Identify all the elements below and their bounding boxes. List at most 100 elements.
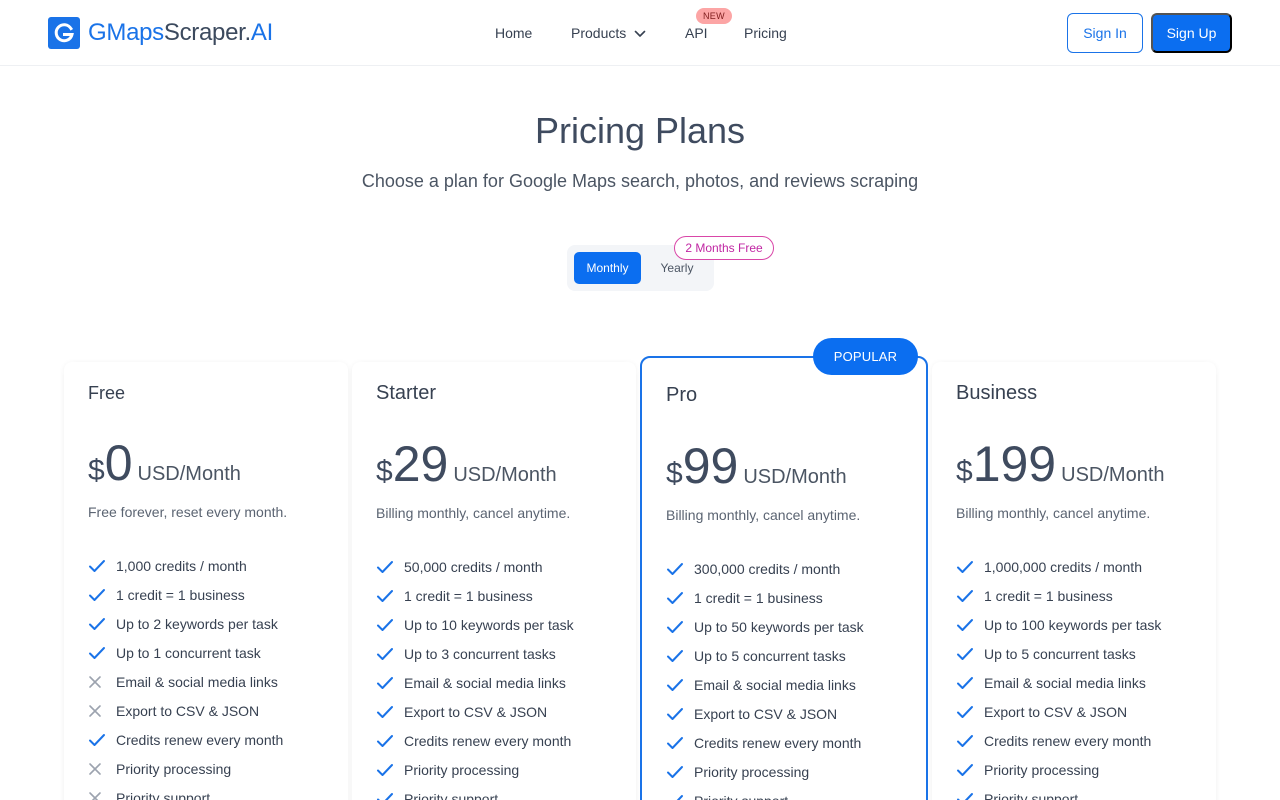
feature-text: Priority support <box>404 790 499 800</box>
check-icon <box>956 647 984 661</box>
check-icon <box>88 733 116 747</box>
feature-item: Email & social media links <box>666 670 864 699</box>
feature-item: 1 credit = 1 business <box>376 581 574 610</box>
feature-item: 1 credit = 1 business <box>956 581 1161 610</box>
plan-name: Starter <box>376 382 437 404</box>
page-title: Pricing Plans <box>534 110 746 151</box>
feature-text: Priority processing <box>984 761 1100 778</box>
price-unit: USD/Month <box>453 464 557 486</box>
feature-item: 1 credit = 1 business <box>88 580 283 609</box>
nav-api[interactable]: API <box>685 24 708 42</box>
feature-item: Up to 3 concurrent tasks <box>376 639 574 668</box>
feature-item: Export to CSV & JSON <box>376 697 574 726</box>
check-icon <box>376 734 404 748</box>
feature-list: 1,000 credits / month 1 credit = 1 busine… <box>88 551 283 800</box>
feature-text: Email & social media links <box>984 674 1146 691</box>
check-icon <box>376 705 404 719</box>
popular-badge: POPULAR <box>813 338 918 375</box>
nav-products-label: Products <box>571 25 627 41</box>
feature-item: Priority processing <box>376 755 574 784</box>
feature-item: Priority processing <box>666 757 864 786</box>
feature-item: Up to 50 keywords per task <box>666 612 864 641</box>
feature-text: Credits renew every month <box>984 732 1152 749</box>
feature-item: Up to 1 concurrent task <box>88 638 283 667</box>
check-icon <box>666 649 694 663</box>
nav-products[interactable]: Products <box>571 24 646 42</box>
feature-text: Priority support <box>694 793 788 800</box>
check-icon <box>376 647 404 661</box>
feature-item: Credits renew every month <box>666 728 864 757</box>
check-icon <box>376 792 404 800</box>
check-icon <box>956 618 984 632</box>
nav-pricing[interactable]: Pricing <box>744 24 787 42</box>
plan-name: Pro <box>666 384 698 406</box>
price-currency: $ <box>88 454 105 487</box>
check-icon <box>88 588 116 602</box>
check-icon <box>88 559 116 573</box>
check-icon <box>956 560 984 574</box>
billing-monthly-button[interactable]: Monthly <box>574 252 641 284</box>
feature-text: Up to 3 concurrent tasks <box>404 645 556 662</box>
feature-item: Up to 5 concurrent tasks <box>666 641 864 670</box>
feature-text: Up to 5 concurrent tasks <box>694 647 846 664</box>
price-unit: USD/Month <box>137 463 241 485</box>
check-icon <box>956 705 984 719</box>
check-icon <box>666 591 694 605</box>
feature-text: Export to CSV & JSON <box>116 702 260 719</box>
feature-item: Credits renew every month <box>956 726 1161 755</box>
feature-text: Credits renew every month <box>404 732 572 749</box>
feature-text: Up to 10 keywords per task <box>404 616 574 633</box>
price-amount: 199 <box>972 436 1057 492</box>
feature-text: 1,000,000 credits / month <box>984 558 1142 575</box>
plan-name: Business <box>956 382 1038 404</box>
plan-price: $ 29 USD/Month <box>376 439 557 489</box>
check-icon <box>666 562 694 576</box>
feature-item: 1,000 credits / month <box>88 551 283 580</box>
cross-icon <box>88 675 116 689</box>
feature-text: Credits renew every month <box>694 734 862 751</box>
feature-text: Email & social media links <box>404 674 566 691</box>
feature-item: Priority support <box>376 784 574 800</box>
check-icon <box>376 618 404 632</box>
feature-item: Up to 2 keywords per task <box>88 609 283 638</box>
price-amount: 29 <box>392 436 449 492</box>
price-unit: USD/Month <box>1061 464 1165 486</box>
new-badge: NEW <box>696 8 732 24</box>
check-icon <box>956 734 984 748</box>
price-amount: 0 <box>104 435 133 491</box>
sign-up-button[interactable]: Sign Up <box>1151 13 1232 53</box>
check-icon <box>88 646 116 660</box>
nav-home[interactable]: Home <box>495 24 532 42</box>
feature-text: Export to CSV & JSON <box>984 703 1128 720</box>
feature-text: 1 credit = 1 business <box>116 586 245 603</box>
feature-text: Priority processing <box>404 761 520 778</box>
feature-item: Email & social media links <box>376 668 574 697</box>
cross-icon <box>88 762 116 776</box>
sign-in-button[interactable]: Sign In <box>1067 13 1143 53</box>
check-icon <box>956 676 984 690</box>
feature-item: Priority support <box>956 784 1161 800</box>
price-unit: USD/Month <box>743 466 847 488</box>
plan-name: Free <box>88 383 126 403</box>
check-icon <box>666 765 694 779</box>
feature-list: 50,000 credits / month 1 credit = 1 busin… <box>376 552 574 800</box>
feature-item: Export to CSV & JSON <box>666 699 864 728</box>
feature-item: Up to 5 concurrent tasks <box>956 639 1161 668</box>
plan-note: Free forever, reset every month. <box>88 504 288 520</box>
check-icon <box>376 560 404 574</box>
feature-text: Export to CSV & JSON <box>404 703 548 720</box>
price-currency: $ <box>666 457 683 490</box>
feature-text: 1 credit = 1 business <box>404 587 533 604</box>
feature-item: Export to CSV & JSON <box>956 697 1161 726</box>
price-currency: $ <box>376 455 393 488</box>
plan-price: $ 0 USD/Month <box>88 438 241 488</box>
feature-list: 1,000,000 credits / month 1 credit = 1 bu… <box>956 552 1161 800</box>
feature-text: Email & social media links <box>694 676 856 693</box>
cross-icon <box>88 791 116 800</box>
feature-item: Email & social media links <box>88 667 283 696</box>
feature-item: 1,000,000 credits / month <box>956 552 1161 581</box>
chevron-down-icon <box>634 24 646 42</box>
feature-item: Export to CSV & JSON <box>88 696 283 725</box>
plan-note: Billing monthly, cancel anytime. <box>956 505 1151 521</box>
check-icon <box>956 792 984 800</box>
